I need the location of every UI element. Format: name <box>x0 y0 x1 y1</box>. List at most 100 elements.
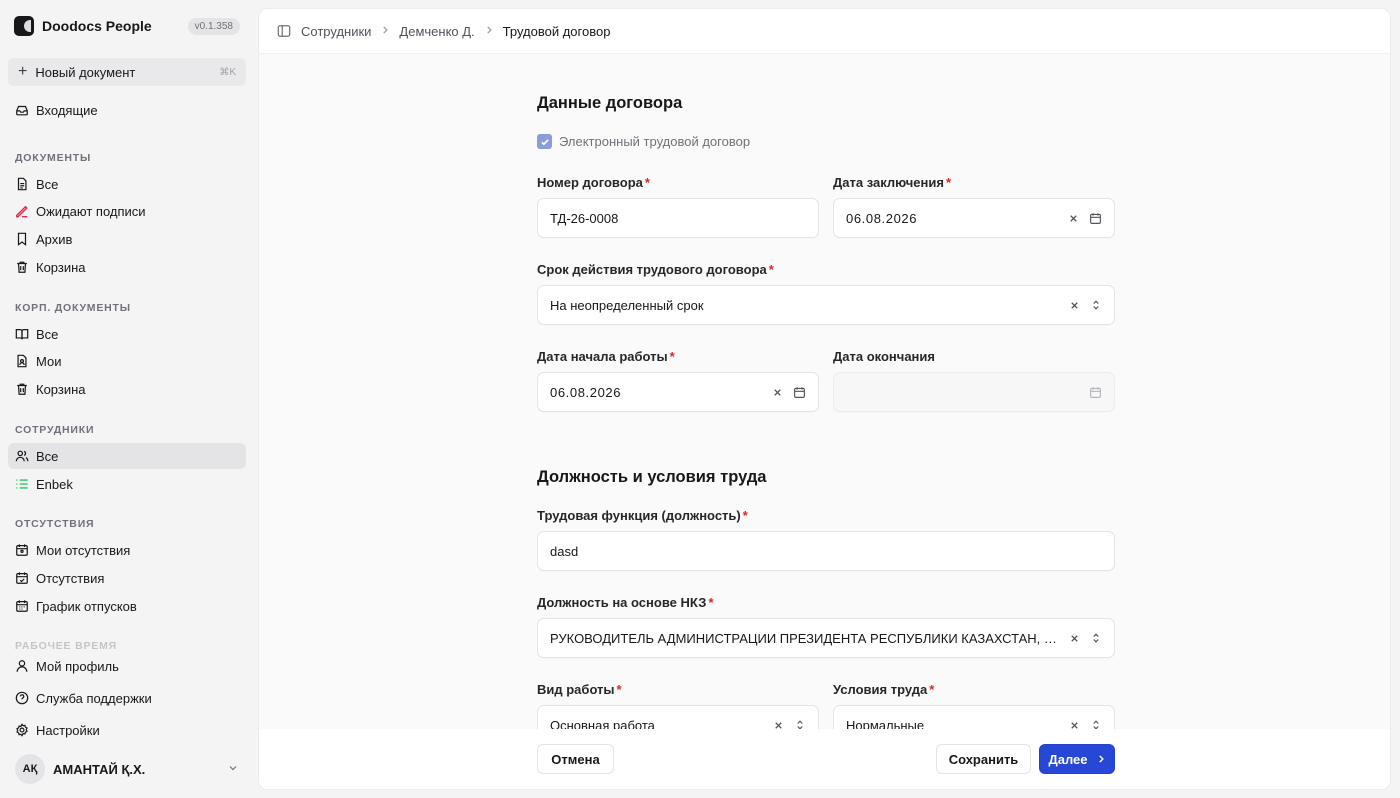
file-user-icon <box>15 354 29 368</box>
brand[interactable]: Doodocs People v0.1.358 <box>14 14 240 38</box>
clear-icon[interactable] <box>1069 300 1080 311</box>
sidebar-toggle-icon[interactable] <box>277 24 291 38</box>
sidebar-item-corp-trash[interactable]: Корзина <box>8 376 246 402</box>
check-icon <box>537 134 552 149</box>
sidebar: Doodocs People v0.1.358 + Новый документ… <box>0 0 254 798</box>
sidebar-item-vacation-schedule[interactable]: График отпусков <box>8 593 246 619</box>
sidebar-item-documents-trash[interactable]: Корзина <box>8 254 246 280</box>
list-icon <box>15 477 29 491</box>
labor-function-value: dasd <box>550 543 579 559</box>
next-button[interactable]: Далее <box>1039 744 1115 774</box>
topbar: Сотрудники Демченко Д. Трудовой договор <box>259 9 1390 54</box>
plus-icon: + <box>18 63 28 80</box>
clear-icon[interactable] <box>1068 213 1079 224</box>
user-name: АМАНТАЙ Қ.Х. <box>53 761 146 777</box>
end-date-input[interactable] <box>833 372 1115 412</box>
app-version-badge: v0.1.358 <box>187 17 240 35</box>
electronic-contract-checkbox[interactable]: Электронный трудовой договор <box>537 134 750 149</box>
sidebar-item-my-absences[interactable]: Мои отсутствия <box>8 537 246 563</box>
trash-icon <box>15 382 29 396</box>
conclusion-date-label: Дата заключения * <box>833 175 952 190</box>
start-date-value: 06.08.2026 <box>550 384 622 400</box>
file-text-icon <box>15 177 29 191</box>
term-select[interactable]: На неопределенный срок <box>537 285 1115 325</box>
sidebar-item-documents-all[interactable]: Все <box>8 171 246 197</box>
trash-icon <box>15 260 29 274</box>
section-title-contract-data: Данные договора <box>537 94 683 112</box>
calendar-user-icon <box>15 543 29 557</box>
breadcrumb-current: Трудовой договор <box>502 23 611 39</box>
app-logo-icon <box>14 16 34 36</box>
conclusion-date-input[interactable]: 06.08.2026 <box>833 198 1115 238</box>
calendar-grid-icon <box>15 599 29 613</box>
clear-icon[interactable] <box>1069 633 1080 644</box>
conclusion-date-value: 06.08.2026 <box>846 210 918 226</box>
nkz-position-value: РУКОВОДИТЕЛЬ АДМИНИСТРАЦИИ ПРЕЗИДЕНТА РЕ… <box>550 630 1061 646</box>
sidebar-item-enbek[interactable]: Enbek <box>8 471 246 497</box>
breadcrumb-employee[interactable]: Демченко Д. <box>399 24 474 39</box>
shortcut-hint: ⌘K <box>219 66 236 78</box>
chevron-down-icon <box>227 762 239 777</box>
users-icon <box>15 449 29 463</box>
sidebar-item-absences[interactable]: Отсутствия <box>8 565 246 591</box>
form-footer: Отмена Сохранить Далее <box>259 729 1390 789</box>
chevron-right-icon <box>1096 754 1106 764</box>
sidebar-item-support[interactable]: Служба поддержки <box>8 685 246 711</box>
section-corp-documents: КОРП. ДОКУМЕНТЫ <box>15 302 131 314</box>
section-absences: ОТСУТСТВИЯ <box>15 518 95 530</box>
labor-function-label: Трудовая функция (должность) * <box>537 508 748 523</box>
bookmark-icon <box>15 232 29 246</box>
sidebar-item-label: Все <box>36 176 59 192</box>
breadcrumb: Сотрудники Демченко Д. Трудовой договор <box>301 24 610 39</box>
inbox-icon <box>15 103 29 117</box>
sidebar-item-corp-all[interactable]: Все <box>8 321 246 347</box>
signature-icon <box>15 204 29 218</box>
nkz-position-select[interactable]: РУКОВОДИТЕЛЬ АДМИНИСТРАЦИИ ПРЕЗИДЕНТА РЕ… <box>537 618 1115 658</box>
section-employees: СОТРУДНИКИ <box>15 424 95 436</box>
contract-number-label: Номер договора * <box>537 175 650 190</box>
sidebar-item-label: Служба поддержки <box>36 690 152 706</box>
sidebar-item-settings[interactable]: Настройки <box>8 717 246 743</box>
user-icon <box>15 659 29 673</box>
sidebar-item-awaiting-signature[interactable]: Ожидают подписи <box>8 198 246 224</box>
clear-icon[interactable] <box>772 387 783 398</box>
labor-function-input[interactable]: dasd <box>537 531 1115 571</box>
sidebar-item-label: Мои <box>36 353 62 369</box>
gear-icon <box>15 723 29 737</box>
work-type-label: Вид работы * <box>537 682 622 697</box>
section-title-position: Должность и условия труда <box>537 468 767 486</box>
new-document-label: Новый документ <box>35 64 136 80</box>
chevron-up-down-icon[interactable] <box>1090 299 1102 311</box>
chevron-up-down-icon[interactable] <box>1090 632 1102 644</box>
user-menu[interactable]: АҚ АМАНТАЙ Қ.Х. <box>8 752 246 786</box>
sidebar-item-archive[interactable]: Архив <box>8 226 246 252</box>
book-open-icon <box>15 327 29 341</box>
term-value: На неопределенный срок <box>550 297 704 313</box>
calendar-icon <box>15 571 29 585</box>
sidebar-item-label: Ожидают подписи <box>36 203 146 219</box>
sidebar-item-inbox[interactable]: Входящие <box>8 97 246 123</box>
save-button[interactable]: Сохранить <box>936 744 1031 774</box>
calendar-icon[interactable] <box>793 386 806 399</box>
term-label: Срок действия трудового договора * <box>537 262 774 277</box>
end-date-label: Дата окончания <box>833 349 935 364</box>
new-document-button[interactable]: + Новый документ ⌘K <box>8 58 246 86</box>
calendar-icon[interactable] <box>1089 212 1102 225</box>
next-button-label: Далее <box>1048 751 1088 767</box>
sidebar-item-employees-all[interactable]: Все <box>8 443 246 469</box>
sidebar-item-corp-mine[interactable]: Мои <box>8 348 246 374</box>
breadcrumb-employees[interactable]: Сотрудники <box>301 24 371 39</box>
main-panel: Сотрудники Демченко Д. Трудовой договор … <box>258 8 1391 790</box>
sidebar-item-label: Входящие <box>36 102 98 118</box>
sidebar-item-label: Отсутствия <box>36 570 105 586</box>
electronic-contract-label: Электронный трудовой договор <box>559 134 751 149</box>
calendar-icon <box>1089 386 1102 399</box>
contract-number-input[interactable]: ТД-26-0008 <box>537 198 819 238</box>
cancel-button[interactable]: Отмена <box>537 744 614 774</box>
sidebar-item-my-profile[interactable]: Мой профиль <box>8 653 246 679</box>
work-conditions-label: Условия труда * <box>833 682 935 697</box>
chevron-right-icon <box>380 25 390 38</box>
avatar: АҚ <box>15 754 45 784</box>
sidebar-item-label: Все <box>36 448 59 464</box>
start-date-input[interactable]: 06.08.2026 <box>537 372 819 412</box>
